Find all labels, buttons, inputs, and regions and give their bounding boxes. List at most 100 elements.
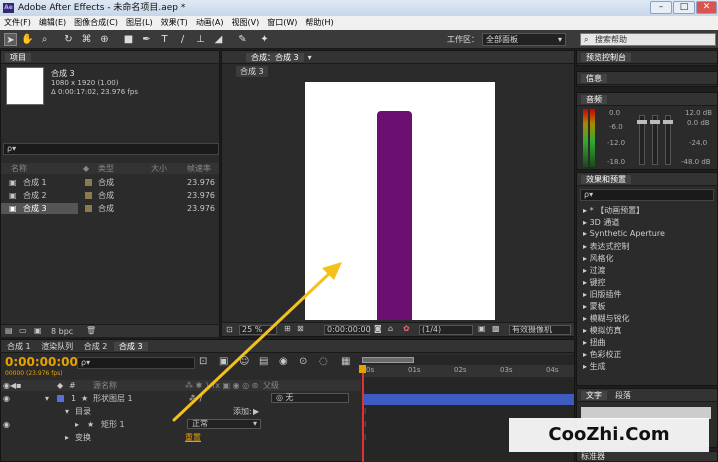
camera-icon[interactable]: ◙ xyxy=(374,324,382,333)
col-name[interactable]: 名称 xyxy=(11,163,27,174)
motion-blur-icon[interactable]: ◉ xyxy=(279,356,288,367)
blend-mode-dropdown[interactable]: 正常 ▾ xyxy=(187,419,261,429)
rectangle-tool-icon[interactable]: ■ xyxy=(122,33,135,46)
color-channel-icon[interactable]: ✿ xyxy=(403,324,410,333)
reset-link[interactable]: 重置 xyxy=(185,432,201,443)
menu-composition[interactable]: 图像合成(C) xyxy=(70,16,122,30)
pan-behind-tool-icon[interactable]: ⊕ xyxy=(98,33,111,46)
effect-category[interactable]: ▸ 表达式控制 xyxy=(583,241,630,252)
audio-slider-left[interactable] xyxy=(637,115,647,165)
col-rate[interactable]: 帧速率 xyxy=(187,163,211,174)
selection-tool-icon[interactable]: ➤ xyxy=(4,33,17,46)
new-folder-icon[interactable]: ▭ xyxy=(19,326,27,335)
grid-icon[interactable]: ⊠ xyxy=(297,324,304,333)
minimize-button[interactable]: – xyxy=(650,1,672,14)
eye-icon[interactable]: ◉ xyxy=(3,393,10,404)
list-item-selected[interactable]: ▣ 合成 3 xyxy=(1,203,78,214)
pen-tool-icon[interactable]: ✒ xyxy=(140,33,153,46)
help-search-input[interactable]: ⌕ 搜索帮助 xyxy=(580,33,716,46)
timeline-search-input[interactable]: ρ▾ xyxy=(77,357,195,369)
effect-category[interactable]: ▸ 扭曲 xyxy=(583,337,606,348)
effect-category[interactable]: ▸ 生成 xyxy=(583,361,606,372)
viewer-timecode[interactable]: 0:00:00:00 xyxy=(324,325,371,335)
col-parent[interactable]: 父级 xyxy=(263,380,279,391)
tab-composition[interactable]: 合成：合成 3 xyxy=(246,53,304,62)
expand-icon[interactable]: ▸ xyxy=(65,432,69,443)
region-of-interest-icon[interactable]: ▣ xyxy=(478,324,486,333)
effect-category[interactable]: ▸ 3D 通道 xyxy=(583,217,619,228)
tab-project[interactable]: 项目 xyxy=(5,53,31,62)
layer-duration-bar[interactable] xyxy=(362,394,574,405)
comp-name[interactable]: 合成 3 xyxy=(51,68,75,79)
table-row[interactable]: ◉ ▸ ★ 矩形 1 正常 ▾ xyxy=(1,419,361,430)
bpc-label[interactable]: 8 bpc xyxy=(51,327,73,336)
hide-shy-icon[interactable]: ☺ xyxy=(239,356,249,367)
time-ruler[interactable]: 0s 01s 02s 03s 04s xyxy=(362,365,574,377)
brainstorm-icon[interactable]: ⊙ xyxy=(299,356,307,367)
roto-brush-icon[interactable]: ✎ xyxy=(236,33,249,46)
parent-dropdown[interactable]: ◎ 无 xyxy=(271,393,349,403)
add-button-icon[interactable]: ▶ xyxy=(253,406,259,417)
show-snapshot-icon[interactable]: ⌂ xyxy=(388,324,393,333)
menu-window[interactable]: 窗口(W) xyxy=(263,16,301,30)
effect-category[interactable]: ▸ 旧版插件 xyxy=(583,289,622,300)
workspace-dropdown[interactable]: 全部面板 ▾ xyxy=(482,33,566,46)
list-item[interactable]: ▣ 合成 2 合成 23.976 xyxy=(1,190,219,201)
tab-comp-3[interactable]: 合成 3 xyxy=(113,342,148,351)
chevron-down-icon[interactable]: ▾ xyxy=(304,53,312,62)
effects-search-input[interactable]: ρ▾ xyxy=(580,189,714,201)
effect-category[interactable]: ▸ 键控 xyxy=(583,277,606,288)
label-color-swatch[interactable] xyxy=(57,395,64,402)
tab-render-queue[interactable]: 渲染队列 xyxy=(37,342,77,351)
layer-name[interactable]: 形状图层 1 xyxy=(93,393,133,404)
hand-tool-icon[interactable]: ✋ xyxy=(21,33,34,46)
comp-mini-flowchart-icon[interactable]: ⊡ xyxy=(199,356,207,367)
tab-effects-presets[interactable]: 效果和预置 xyxy=(581,175,631,184)
menu-view[interactable]: 视图(V) xyxy=(228,16,264,30)
graph-icon[interactable]: ▦ xyxy=(341,356,350,367)
expand-icon[interactable]: ▸ xyxy=(75,419,79,430)
expand-icon[interactable]: ▾ xyxy=(65,406,69,417)
list-item-detail[interactable]: 合成 23.976 xyxy=(78,203,219,214)
menu-animation[interactable]: 动画(A) xyxy=(192,16,228,30)
transparency-grid-icon[interactable]: ▩ xyxy=(492,324,500,333)
effect-category[interactable]: ▸ 风格化 xyxy=(583,253,614,264)
tab-bottom[interactable]: 标准器 xyxy=(581,452,605,461)
timeline-timecode[interactable]: 0:00:00:00 xyxy=(5,355,78,369)
menu-edit[interactable]: 编辑(E) xyxy=(35,16,70,30)
tab-info[interactable]: 信息 xyxy=(581,74,607,83)
effect-category[interactable]: ▸ 模拟仿真 xyxy=(583,325,622,336)
maximize-button[interactable]: □ xyxy=(673,1,695,14)
tab-preview[interactable]: 预览控制台 xyxy=(581,53,631,62)
col-type[interactable]: 类型 xyxy=(98,163,114,174)
camera-tool-icon[interactable]: ⌘ xyxy=(80,33,93,46)
collapse-switch-icon[interactable]: ⁂ ∕ xyxy=(189,393,202,404)
playhead-handle[interactable] xyxy=(359,365,366,373)
tab-paragraph[interactable]: 段落 xyxy=(607,391,631,400)
brush-tool-icon[interactable]: / xyxy=(176,33,189,46)
draft-3d-icon[interactable]: ▣ xyxy=(219,356,228,367)
tab-audio[interactable]: 音频 xyxy=(581,95,607,104)
menu-help[interactable]: 帮助(H) xyxy=(301,16,337,30)
work-area-bar[interactable] xyxy=(362,357,414,363)
menu-effect[interactable]: 效果(T) xyxy=(157,16,192,30)
comp-canvas[interactable] xyxy=(305,82,495,320)
zoom-dropdown[interactable]: 25 % xyxy=(239,325,277,335)
effect-category[interactable]: ▸ 模糊与锐化 xyxy=(583,313,630,324)
effect-category[interactable]: ▸ 色彩校正 xyxy=(583,349,622,360)
expand-icon[interactable]: ▾ xyxy=(45,393,49,404)
label-color-swatch[interactable] xyxy=(85,179,92,186)
col-source-name[interactable]: 源名称 xyxy=(93,380,117,391)
tab-text[interactable]: 文字 xyxy=(581,391,607,400)
effect-category[interactable]: ▸ 蒙板 xyxy=(583,301,606,312)
project-search-input[interactable]: ρ▾ xyxy=(3,143,219,155)
tab-comp-2[interactable]: 合成 2 xyxy=(80,342,112,351)
text-tool-icon[interactable]: T xyxy=(158,33,171,46)
clone-tool-icon[interactable]: ⊥ xyxy=(194,33,207,46)
col-size[interactable]: 大小 xyxy=(151,163,167,174)
eraser-tool-icon[interactable]: ◢ xyxy=(212,33,225,46)
table-row[interactable]: ▾ 目录 添加: ▶ xyxy=(1,406,361,417)
rect-label[interactable]: 矩形 1 xyxy=(101,419,125,430)
comp-subtab[interactable]: 合成 3 xyxy=(236,66,268,77)
puppet-tool-icon[interactable]: ✦ xyxy=(258,33,271,46)
